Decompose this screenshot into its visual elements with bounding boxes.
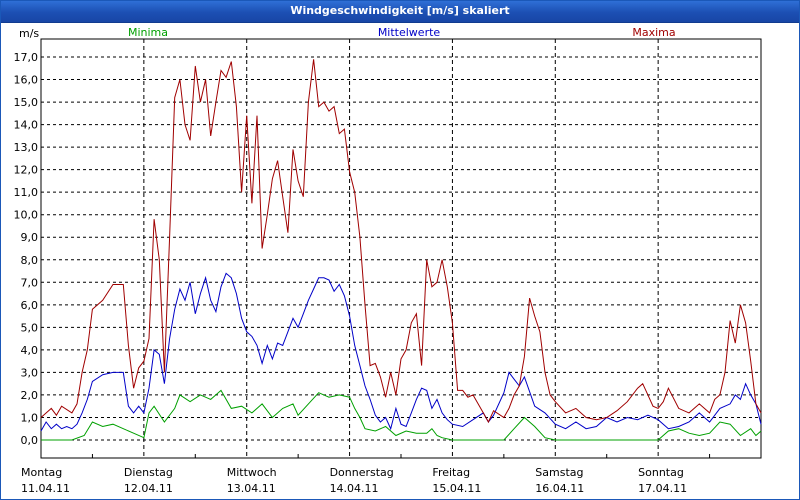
y-tick-label: 16,0 <box>14 74 39 87</box>
x-date-label: 17.04.11 <box>638 482 687 495</box>
x-date-label: 16.04.11 <box>535 482 584 495</box>
y-tick-label: 1,0 <box>21 411 39 424</box>
x-day-label: Sonntag <box>638 466 684 479</box>
y-tick-label: 17,0 <box>14 51 39 64</box>
y-tick-label: 8,0 <box>21 254 39 267</box>
y-tick-label: 12,0 <box>14 164 39 177</box>
y-tick-label: 3,0 <box>21 366 39 379</box>
y-tick-label: 0,0 <box>21 434 39 447</box>
y-tick-label: 10,0 <box>14 209 39 222</box>
x-date-label: 14.04.11 <box>330 482 379 495</box>
y-tick-label: 15,0 <box>14 96 39 109</box>
title-bar: Windgeschwindigkeit [m/s] skaliert <box>1 1 799 23</box>
series <box>40 59 762 441</box>
x-date-label: 11.04.11 <box>21 482 70 495</box>
y-tick-label: 14,0 <box>14 119 39 132</box>
legend-minima: Minima <box>128 26 168 39</box>
y-tick-label: 9,0 <box>21 231 39 244</box>
series-line-minima <box>41 389 762 441</box>
grid <box>41 39 761 458</box>
window-title: Windgeschwindigkeit [m/s] skaliert <box>290 4 510 17</box>
x-day-label: Mittwoch <box>227 466 277 479</box>
y-tick-label: 6,0 <box>21 299 39 312</box>
y-tick-label: 4,0 <box>21 344 39 357</box>
legend-mittelwerte: Mittelwerte <box>378 26 441 39</box>
legend-maxima: Maxima <box>632 26 675 39</box>
x-date-label: 15.04.11 <box>432 482 481 495</box>
series-line-maxima <box>40 59 762 424</box>
x-day-label: Freitag <box>432 466 470 479</box>
series-line-mittelwerte <box>40 272 762 432</box>
x-day-label: Montag <box>21 466 62 479</box>
chart-window: Windgeschwindigkeit [m/s] skaliert 0,0 1,… <box>0 0 800 500</box>
y-tick-label: 2,0 <box>21 389 39 402</box>
x-day-label: Dienstag <box>124 466 173 479</box>
y-tick-label: 7,0 <box>21 276 39 289</box>
y-tick-label: 5,0 <box>21 321 39 334</box>
x-day-label: Donnerstag <box>330 466 394 479</box>
y-tick-label: 11,0 <box>14 186 39 199</box>
x-day-label: Samstag <box>535 466 583 479</box>
wind-speed-chart: 0,0 1,0 2,0 3,0 4,0 5,0 6,0 7,0 8,0 9,0 10,0 11,0 12… <box>14 26 762 495</box>
y-axis-label: m/s <box>19 27 39 40</box>
y-tick-label: 13,0 <box>14 141 39 154</box>
x-date-label: 12.04.11 <box>124 482 173 495</box>
x-date-label: 13.04.11 <box>227 482 276 495</box>
